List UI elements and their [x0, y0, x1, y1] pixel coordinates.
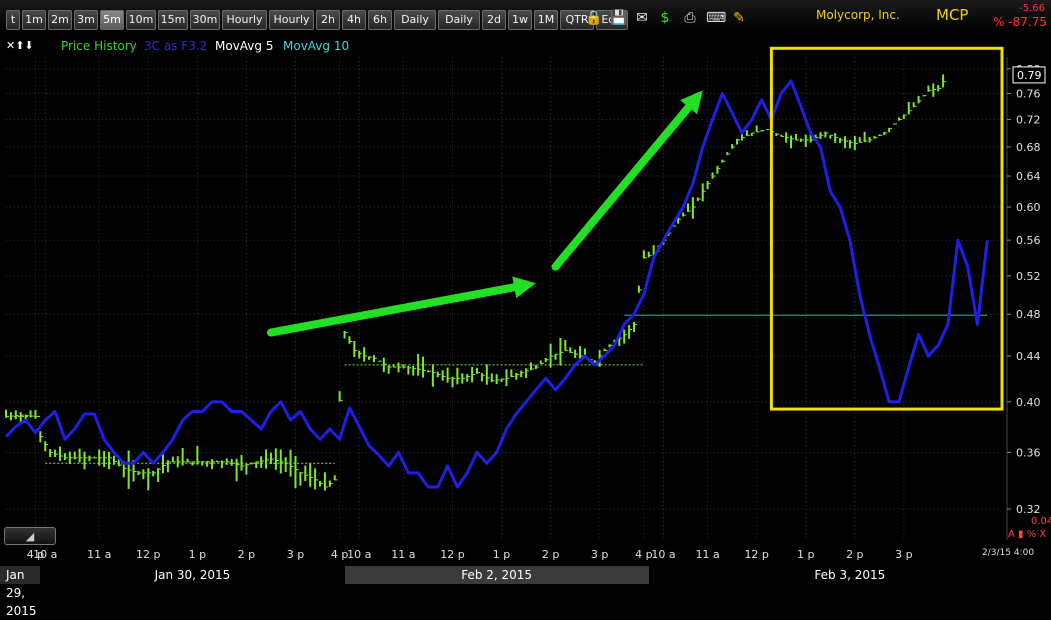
x-tick-label-4: 1 p [189, 548, 206, 561]
x-tick-label-19: 2 p [846, 548, 863, 561]
price-tick-label-2: 0.72 [1016, 113, 1041, 126]
date-label-3: Feb 3, 2015 [648, 566, 1051, 584]
date-label-2: Feb 2, 2015 [344, 566, 649, 584]
annotation-arrow-0 [266, 281, 530, 337]
scroll-handle[interactable]: ◢ [4, 527, 56, 545]
price-tick-label-1: 0.76 [1016, 87, 1041, 100]
price-tick-label-12: 0.32 [1016, 503, 1041, 516]
x-tick-label-20: 3 p [895, 548, 912, 561]
price-tick-label-8: 0.48 [1016, 308, 1041, 321]
price-tick-label-11: 0.36 [1016, 446, 1041, 459]
x-tick-label-3: 12 p [136, 548, 160, 561]
price-tick-label-3: 0.68 [1016, 141, 1041, 154]
x-tick-label-11: 1 p [493, 548, 510, 561]
stock-chart: 0.800.760.720.680.640.600.560.520.480.44… [4, 46, 1046, 561]
x-tick-label-13: 3 p [591, 548, 608, 561]
x-tick-label-7: 4 p [331, 548, 348, 561]
price-tick-label-9: 0.44 [1016, 350, 1041, 363]
corner-value: 0.04 [1031, 516, 1051, 527]
date-label-0: Jan 29, 2015 [0, 566, 41, 618]
price-tick-label-5: 0.60 [1016, 201, 1041, 214]
annotation-arrowhead-0 [512, 276, 536, 299]
price-tick-label-6: 0.56 [1016, 234, 1041, 247]
x-tick-label-17: 12 p [744, 548, 768, 561]
x-tick-label-1: 10 a [33, 548, 57, 561]
last-value-label: 0.79 [1017, 69, 1042, 82]
x-tick-label-10: 12 p [440, 548, 464, 561]
corner-controls[interactable]: A ▮ % X [1008, 529, 1046, 540]
date-bar: Jan 29, 2015 Jan 30, 2015 Feb 2, 2015 Feb 3… [0, 566, 1051, 618]
drag-icon: ◢ [25, 530, 35, 543]
annotation-box [769, 46, 1004, 411]
annotation-arrow-1 [551, 93, 701, 271]
x-tick-label-8: 10 a [347, 548, 371, 561]
x-tick-label-18: 1 p [797, 548, 814, 561]
x-tick-label-2: 11 a [87, 548, 111, 561]
price-tick-label-7: 0.52 [1016, 270, 1041, 283]
date-label-1: Jan 30, 2015 [40, 566, 345, 584]
price-tick-label-4: 0.64 [1016, 170, 1041, 183]
x-tick-label-15: 10 a [651, 548, 675, 561]
x-tick-label-6: 3 p [287, 548, 304, 561]
x-tick-label-12: 2 p [542, 548, 559, 561]
x-tick-label-16: 11 a [695, 548, 719, 561]
x-tick-label-9: 11 a [391, 548, 415, 561]
x-tick-label-5: 2 p [238, 548, 255, 561]
price-tick-label-10: 0.40 [1016, 396, 1041, 409]
corner-date: 2/3/15 4:00 [982, 548, 1035, 558]
x-tick-label-14: 4 p [635, 548, 652, 561]
